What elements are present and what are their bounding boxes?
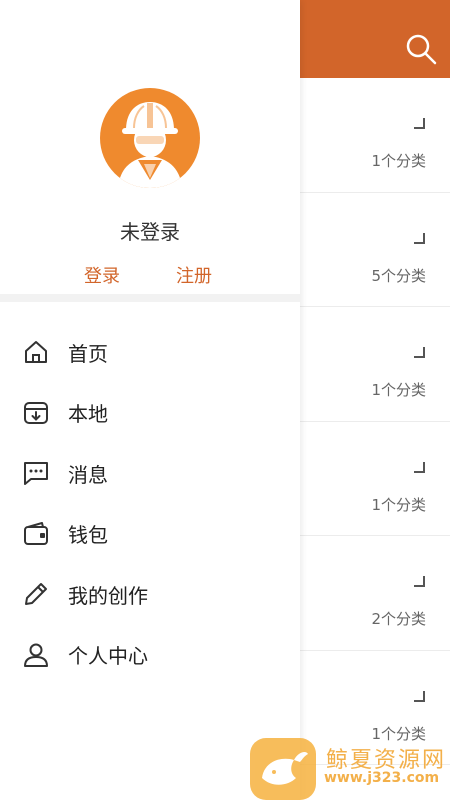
menu-item-label: 个人中心 [68,644,148,669]
menu-item-label: 钱包 [68,523,108,548]
watermark-url: www.j323.com [324,770,440,786]
category-count: 1个分类 [371,495,426,514]
menu-item-label: 首页 [68,341,108,366]
corner-icon [414,232,425,244]
category-count: 1个分类 [371,152,426,170]
menu-item-label: 消息 [68,462,108,487]
menu-item-home[interactable]: 首页 [0,322,300,383]
corner-icon [414,690,425,702]
watermark-logo [250,738,316,800]
category-count: 1个分类 [371,381,426,399]
message-icon [24,462,48,486]
menu-item-label: 我的创作 [68,583,148,608]
corner-icon [414,461,425,473]
category-count: 1个分类 [371,724,426,743]
menu-item-my-creations[interactable]: 我的创作 [0,564,300,625]
navigation-drawer: 未登录 登录 注册 首页 本地 消息 钱包 我的创作 个人中心 [0,0,300,800]
drawer-menu: 首页 本地 消息 钱包 我的创作 个人中心 [0,322,300,685]
home-icon [25,341,47,364]
worker-avatar-icon [118,102,182,188]
register-link[interactable]: 注册 [176,262,212,288]
local-box-icon [24,401,48,424]
menu-item-label: 本地 [68,402,108,427]
whale-icon [262,752,308,785]
login-link[interactable]: 登录 [84,262,120,288]
avatar[interactable] [100,88,200,188]
menu-item-wallet[interactable]: 钱包 [0,504,300,565]
menu-item-messages[interactable]: 消息 [0,443,300,504]
person-icon [24,643,48,667]
wallet-icon [24,521,48,545]
corner-icon [414,576,425,587]
menu-item-local[interactable]: 本地 [0,383,300,444]
category-count: 5个分类 [371,266,426,285]
profile-section: 未登录 登录 注册 [0,24,300,302]
status-bar [0,0,300,24]
menu-item-personal-center[interactable]: 个人中心 [0,625,300,686]
corner-icon [414,118,425,129]
username-label: 未登录 [120,220,180,244]
category-count: 2个分类 [371,610,426,628]
corner-icon [414,347,425,358]
pencil-icon [25,583,47,606]
search-icon[interactable] [404,32,438,66]
